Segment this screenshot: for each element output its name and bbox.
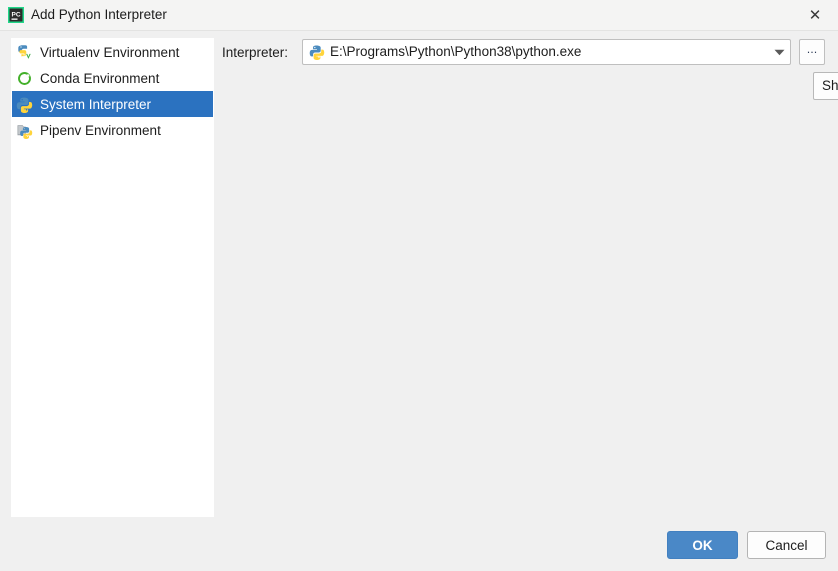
sidebar-item-conda-environment[interactable]: Conda Environment [12,65,213,91]
sidebar-item-virtualenv-environment[interactable]: Virtualenv Environment [12,39,213,65]
conda-icon [16,70,33,87]
window-title: Add Python Interpreter [31,7,167,22]
show-all-button-label: Sh [822,78,838,93]
ok-button-label: OK [692,537,713,553]
environment-type-list[interactable]: Virtualenv Environment Conda Environment… [11,38,214,517]
close-icon: ✕ [808,5,822,24]
sidebar-item-system-interpreter[interactable]: System Interpreter [12,91,213,117]
browse-interpreter-button[interactable]: ... [799,39,825,65]
interpreter-path-value: E:\Programs\Python\Python38\python.exe [330,44,582,59]
pipenv-icon [16,122,33,139]
add-python-interpreter-dialog: PC Add Python Interpreter ✕ Virtualenv E… [0,0,838,571]
ellipsis-icon: ... [806,43,818,56]
close-button[interactable]: ✕ [792,0,838,30]
sidebar-item-pipenv-environment[interactable]: Pipenv Environment [12,117,213,143]
svg-text:PC: PC [11,12,20,19]
show-all-button[interactable]: Sh [813,72,838,100]
virtualenv-icon [16,44,33,61]
python-icon [16,96,33,113]
cancel-button[interactable]: Cancel [747,531,826,559]
sidebar-item-label: Conda Environment [40,70,160,86]
title-bar: PC Add Python Interpreter ✕ [0,0,838,31]
interpreter-combobox[interactable]: E:\Programs\Python\Python38\python.exe [302,39,791,65]
cancel-button-label: Cancel [765,537,808,553]
pycharm-icon: PC [8,7,24,23]
interpreter-label: Interpreter: [222,45,289,60]
sidebar-item-label: Virtualenv Environment [40,44,180,60]
ok-button[interactable]: OK [667,531,738,559]
sidebar-item-label: System Interpreter [40,96,152,112]
python-icon [309,44,325,61]
sidebar-item-label: Pipenv Environment [40,122,161,138]
chevron-down-icon[interactable] [768,40,790,64]
